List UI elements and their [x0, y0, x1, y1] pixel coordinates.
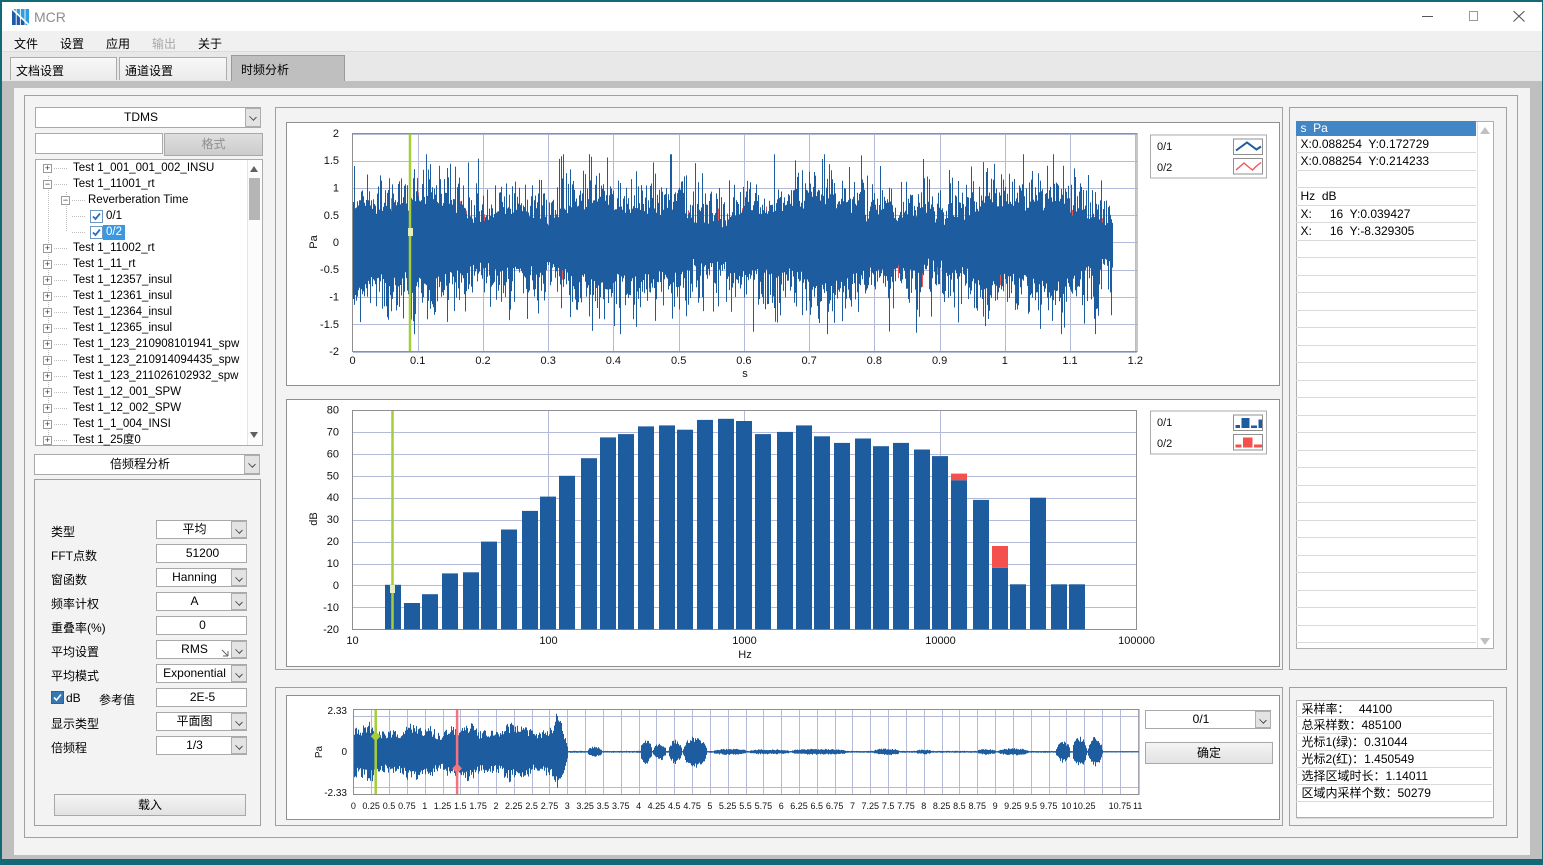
svg-text:3.75: 3.75 — [612, 801, 630, 811]
svg-text:50: 50 — [327, 470, 339, 482]
svg-text:10.25: 10.25 — [1073, 801, 1096, 811]
svg-text:2.75: 2.75 — [541, 801, 559, 811]
svg-text:Pa: Pa — [308, 234, 320, 248]
svg-text:4.25: 4.25 — [648, 801, 666, 811]
svg-text:3: 3 — [565, 801, 570, 811]
svg-text:4.75: 4.75 — [683, 801, 701, 811]
svg-text:5.5: 5.5 — [739, 801, 752, 811]
svg-text:7.25: 7.25 — [862, 801, 880, 811]
svg-text:3.5: 3.5 — [597, 801, 610, 811]
svg-text:0.5: 0.5 — [383, 801, 396, 811]
svg-text:9.5: 9.5 — [1025, 801, 1038, 811]
svg-text:6: 6 — [779, 801, 784, 811]
svg-text:60: 60 — [327, 448, 339, 460]
svg-text:10000: 10000 — [925, 635, 956, 647]
svg-text:0.75: 0.75 — [398, 801, 416, 811]
svg-text:1: 1 — [333, 183, 339, 195]
svg-text:-2: -2 — [329, 346, 339, 358]
svg-text:20: 20 — [327, 536, 339, 548]
svg-text:11: 11 — [1133, 801, 1142, 811]
svg-text:4.5: 4.5 — [668, 801, 681, 811]
svg-text:10: 10 — [327, 558, 339, 570]
svg-text:-1: -1 — [329, 292, 339, 304]
svg-text:5.25: 5.25 — [719, 801, 737, 811]
svg-text:1.75: 1.75 — [469, 801, 487, 811]
svg-text:1.2: 1.2 — [1128, 355, 1143, 367]
svg-text:0.8: 0.8 — [867, 355, 882, 367]
svg-text:1.5: 1.5 — [324, 155, 339, 167]
svg-text:7: 7 — [850, 801, 855, 811]
svg-text:8.75: 8.75 — [969, 801, 987, 811]
svg-text:8: 8 — [921, 801, 926, 811]
svg-text:4: 4 — [636, 801, 641, 811]
svg-text:-0.5: -0.5 — [320, 264, 339, 276]
svg-text:dB: dB — [308, 512, 320, 525]
svg-text:100000: 100000 — [1118, 635, 1155, 647]
svg-text:70: 70 — [327, 426, 339, 438]
svg-text:2.33: 2.33 — [328, 706, 348, 717]
svg-text:Hz: Hz — [738, 649, 751, 661]
svg-text:1: 1 — [1002, 355, 1008, 367]
svg-text:-1.5: -1.5 — [320, 319, 339, 331]
svg-text:Pa: Pa — [314, 745, 325, 758]
svg-text:0.7: 0.7 — [801, 355, 816, 367]
svg-text:0.3: 0.3 — [541, 355, 556, 367]
svg-text:1.25: 1.25 — [434, 801, 452, 811]
svg-text:0.5: 0.5 — [324, 210, 339, 222]
svg-text:2.25: 2.25 — [505, 801, 523, 811]
svg-text:0/2: 0/2 — [1157, 438, 1172, 450]
svg-text:100: 100 — [539, 635, 557, 647]
svg-text:-2.33: -2.33 — [324, 788, 347, 799]
svg-text:5.75: 5.75 — [755, 801, 773, 811]
svg-text:8.5: 8.5 — [953, 801, 966, 811]
svg-text:0: 0 — [349, 355, 355, 367]
svg-text:s: s — [742, 368, 748, 380]
svg-text:6.5: 6.5 — [811, 801, 824, 811]
svg-text:40: 40 — [327, 492, 339, 504]
svg-text:5: 5 — [707, 801, 712, 811]
svg-text:0.2: 0.2 — [475, 355, 490, 367]
svg-text:0.6: 0.6 — [736, 355, 751, 367]
svg-text:0.1: 0.1 — [410, 355, 425, 367]
svg-text:10.75: 10.75 — [1109, 801, 1132, 811]
svg-text:0/1: 0/1 — [1157, 417, 1172, 429]
svg-text:3.25: 3.25 — [576, 801, 594, 811]
svg-text:0/2: 0/2 — [1157, 162, 1172, 174]
svg-text:10: 10 — [346, 635, 358, 647]
svg-text:0: 0 — [351, 801, 356, 811]
svg-text:1000: 1000 — [732, 635, 756, 647]
svg-text:0.5: 0.5 — [671, 355, 686, 367]
svg-text:0: 0 — [333, 580, 339, 592]
svg-text:8.25: 8.25 — [933, 801, 951, 811]
svg-text:0: 0 — [333, 237, 339, 249]
svg-text:7.5: 7.5 — [882, 801, 895, 811]
svg-text:-20: -20 — [323, 624, 339, 636]
svg-text:1.5: 1.5 — [454, 801, 467, 811]
svg-text:6.75: 6.75 — [826, 801, 844, 811]
svg-text:6.25: 6.25 — [790, 801, 808, 811]
svg-text:30: 30 — [327, 514, 339, 526]
svg-text:9.25: 9.25 — [1004, 801, 1022, 811]
svg-text:0.4: 0.4 — [606, 355, 621, 367]
svg-text:2.5: 2.5 — [525, 801, 538, 811]
svg-text:9.75: 9.75 — [1040, 801, 1058, 811]
svg-text:0: 0 — [341, 747, 347, 758]
svg-text:7.75: 7.75 — [897, 801, 915, 811]
svg-text:9: 9 — [993, 801, 998, 811]
svg-text:0.9: 0.9 — [932, 355, 947, 367]
svg-text:1.1: 1.1 — [1062, 355, 1077, 367]
svg-text:1: 1 — [422, 801, 427, 811]
svg-text:2: 2 — [493, 801, 498, 811]
svg-text:80: 80 — [327, 405, 339, 417]
svg-text:0/1: 0/1 — [1157, 141, 1172, 153]
svg-text:2: 2 — [333, 128, 339, 140]
svg-text:10: 10 — [1061, 801, 1071, 811]
svg-text:-10: -10 — [323, 602, 339, 614]
svg-text:0.25: 0.25 — [362, 801, 380, 811]
